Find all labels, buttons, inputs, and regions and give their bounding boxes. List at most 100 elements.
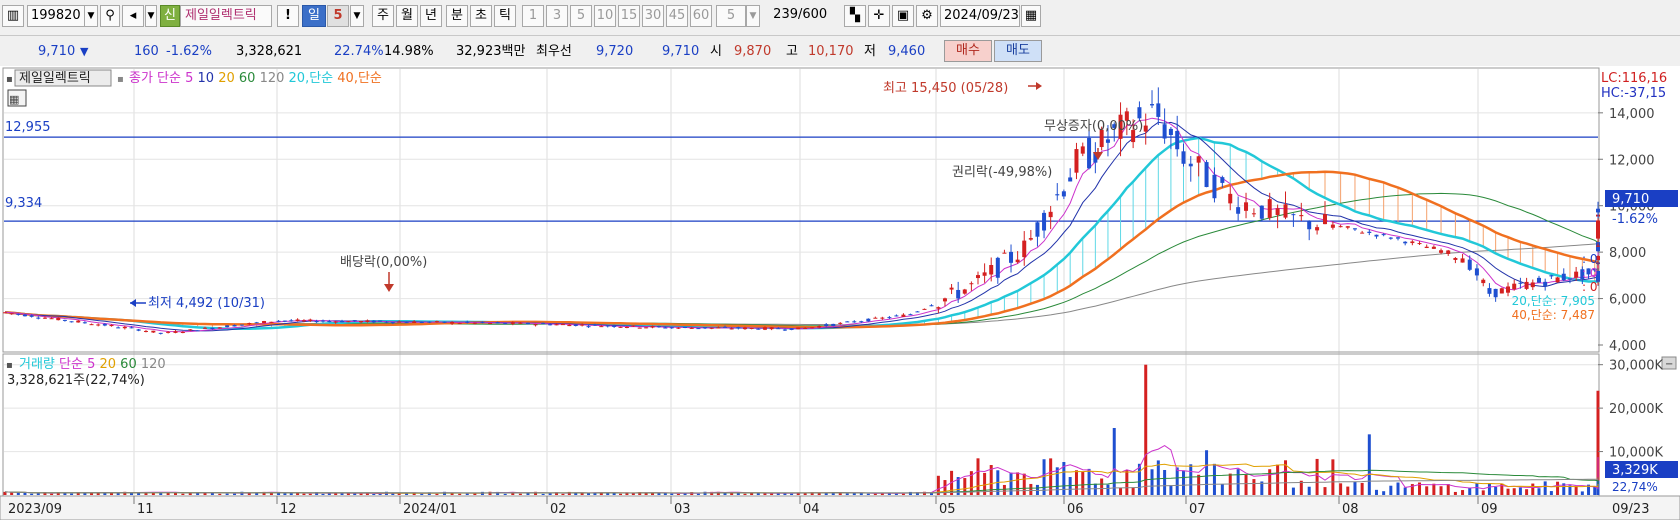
candle-body — [9, 313, 14, 315]
candle-body — [637, 327, 642, 329]
candle-body — [1410, 241, 1415, 244]
volume-bar — [1453, 491, 1457, 495]
interval-60[interactable]: 60 — [690, 5, 712, 27]
minute-button[interactable]: 분 — [446, 5, 468, 27]
layout-icon[interactable]: ▥ — [2, 5, 24, 27]
volume-bar — [1475, 483, 1479, 495]
candle-body — [1518, 282, 1523, 284]
volume-bar — [1346, 486, 1350, 495]
period-num[interactable]: 5 — [327, 5, 349, 27]
count-input[interactable]: 239 — [764, 5, 798, 27]
month-button[interactable]: 월 — [396, 5, 418, 27]
candle-body — [301, 320, 306, 322]
year-button[interactable]: 년 — [420, 5, 442, 27]
volume-bar — [30, 493, 34, 495]
legend-item: 20 — [95, 357, 116, 372]
candle-body — [1055, 194, 1060, 196]
candle-body — [1028, 238, 1033, 240]
x-tick-label: 2023/09 — [8, 502, 62, 517]
interval-3[interactable]: 3 — [546, 5, 568, 27]
crosshair-icon[interactable]: ✛ — [868, 5, 890, 27]
candle-body — [1352, 228, 1357, 230]
interval-5[interactable]: 5 — [570, 5, 592, 27]
candle-body — [465, 321, 470, 323]
volume-bar — [188, 493, 192, 495]
interval-10[interactable]: 10 — [594, 5, 616, 27]
interval-dropdown-icon[interactable]: ▼ — [746, 5, 760, 27]
alert-button[interactable]: ! — [277, 5, 299, 27]
search-icon[interactable]: ⚲ — [100, 5, 120, 27]
volume-bar — [1244, 474, 1248, 495]
sell-button[interactable]: 매도 — [994, 40, 1042, 62]
volume-bar — [1468, 487, 1472, 495]
candle-body — [1162, 124, 1167, 139]
volume-bar — [561, 493, 565, 495]
candle-body — [1137, 107, 1142, 119]
candle-body — [1009, 251, 1014, 263]
candle-body — [1181, 151, 1186, 164]
interval-1[interactable]: 1 — [522, 5, 544, 27]
gear-icon[interactable]: ⚙ — [916, 5, 938, 27]
candle-body — [1228, 193, 1233, 204]
volume-bar — [817, 493, 821, 495]
chart-area[interactable]: ▪ 제일일렉트릭 ▪ 종가 단순 5 10 20 60 120 20,단순 40… — [0, 66, 1680, 520]
save-icon[interactable]: ▣ — [892, 5, 914, 27]
candle-body — [796, 327, 801, 330]
volume-bar — [1009, 472, 1013, 495]
bid-price: 9,710 — [662, 44, 700, 59]
candle-body — [102, 323, 107, 326]
candle-body — [887, 317, 892, 319]
stock-code-input[interactable]: 199820 — [27, 5, 85, 27]
speaker-dropdown-icon[interactable]: ▼ — [145, 5, 157, 27]
candle-body — [1156, 103, 1161, 117]
interval-45[interactable]: 45 — [666, 5, 688, 27]
speaker-icon[interactable]: ◂ — [122, 5, 144, 27]
volume-bar — [321, 493, 325, 495]
volume-bar — [218, 493, 222, 495]
calendar-icon[interactable]: ▦ — [1021, 5, 1041, 27]
candle-body — [1467, 259, 1472, 270]
rights-note: 권리락(-49,98%) — [952, 165, 1052, 180]
interval-15[interactable]: 15 — [618, 5, 640, 27]
buy-button[interactable]: 매수 — [944, 40, 992, 62]
candle-body — [1574, 271, 1579, 278]
interval-30[interactable]: 30 — [642, 5, 664, 27]
volume-expand-icon[interactable]: ▪ — [6, 360, 13, 371]
code-dropdown-icon[interactable]: ▼ — [84, 5, 98, 27]
date-input[interactable]: 2024/09/23 — [940, 5, 1020, 27]
y-tick-label: 30,000K — [1609, 359, 1663, 374]
candle-body — [656, 326, 661, 328]
volume-bar — [1518, 487, 1522, 495]
stock-name[interactable]: 제일일렉트릭 — [180, 5, 272, 27]
panel-expand-icon[interactable]: ▪ — [6, 74, 13, 85]
candle-body — [225, 325, 230, 328]
volume-bar — [1205, 450, 1209, 495]
tick-button[interactable]: 틱 — [494, 5, 516, 27]
candle-body — [239, 324, 244, 326]
candle-body — [352, 320, 357, 322]
period-day-button[interactable]: 일 — [302, 5, 326, 27]
candle-body — [143, 330, 148, 332]
volume-bar — [1074, 470, 1078, 495]
x-tick-label: 09/23 — [1612, 502, 1649, 517]
volume-bar — [1339, 483, 1343, 495]
interval-select[interactable]: 5 — [716, 5, 746, 27]
candle-body — [320, 320, 325, 322]
candle-body — [1530, 282, 1535, 288]
x-tick-label: 07 — [1189, 502, 1206, 517]
volume-bar — [283, 493, 287, 495]
candle-body — [922, 308, 927, 310]
period-dropdown-icon[interactable]: ▼ — [350, 5, 364, 27]
count-total: /600 — [798, 7, 828, 22]
candle-body — [217, 327, 222, 329]
minus-icon: − — [1665, 359, 1673, 370]
volume-bar — [1461, 490, 1465, 495]
volume-bar — [1367, 434, 1371, 495]
candle-body — [289, 320, 294, 322]
candle-body — [89, 324, 94, 326]
candle-body — [612, 325, 617, 327]
week-button[interactable]: 주 — [372, 5, 394, 27]
candle-body — [1322, 214, 1327, 225]
second-button[interactable]: 초 — [470, 5, 492, 27]
candle-settings-icon[interactable]: ▚ — [844, 5, 866, 27]
